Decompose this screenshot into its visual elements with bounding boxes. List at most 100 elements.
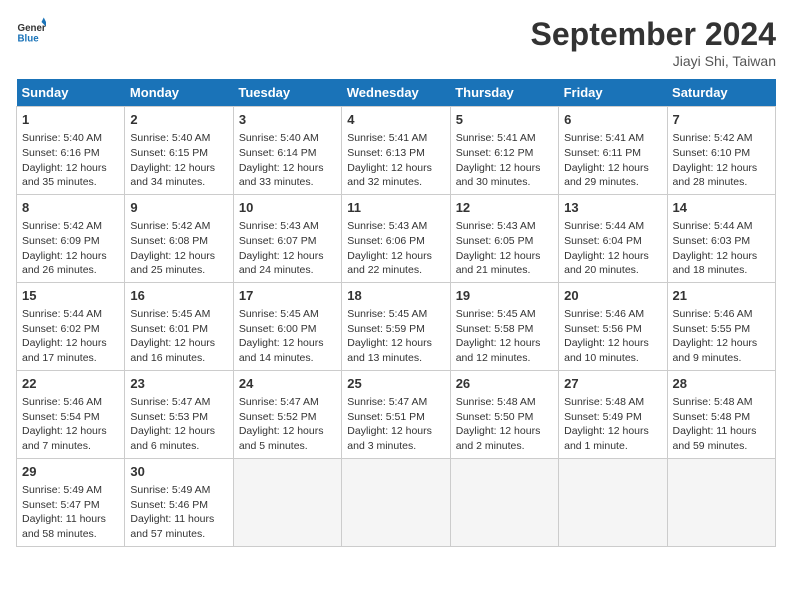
calendar-cell: 1 Sunrise: 5:40 AMSunset: 6:16 PMDaylight… [17,107,125,195]
day-info: Sunrise: 5:48 AMSunset: 5:48 PMDaylight:… [673,395,770,454]
calendar-week-4: 22 Sunrise: 5:46 AMSunset: 5:54 PMDayligh… [17,370,776,458]
calendar-cell: 10 Sunrise: 5:43 AMSunset: 6:07 PMDayligh… [233,194,341,282]
calendar-cell: 13 Sunrise: 5:44 AMSunset: 6:04 PMDayligh… [559,194,667,282]
day-number: 29 [22,463,119,481]
dow-header-thursday: Thursday [450,79,558,107]
calendar-week-1: 1 Sunrise: 5:40 AMSunset: 6:16 PMDaylight… [17,107,776,195]
calendar-cell: 8Sunrise: 5:42 AMSunset: 6:09 PMDaylight… [17,194,125,282]
day-info: Sunrise: 5:41 AMSunset: 6:12 PMDaylight:… [456,131,553,190]
day-number: 12 [456,199,553,217]
day-info: Sunrise: 5:48 AMSunset: 5:49 PMDaylight:… [564,395,661,454]
calendar-cell: 9 Sunrise: 5:42 AMSunset: 6:08 PMDaylight… [125,194,233,282]
dow-header-saturday: Saturday [667,79,775,107]
calendar-cell: 6 Sunrise: 5:41 AMSunset: 6:11 PMDaylight… [559,107,667,195]
day-info: Sunrise: 5:45 AMSunset: 6:01 PMDaylight:… [130,307,227,366]
calendar-cell: 25 Sunrise: 5:47 AMSunset: 5:51 PMDayligh… [342,370,450,458]
day-info: Sunrise: 5:43 AMSunset: 6:06 PMDaylight:… [347,219,444,278]
calendar-cell: 28Sunrise: 5:48 AMSunset: 5:48 PMDayligh… [667,370,775,458]
day-info: Sunrise: 5:49 AMSunset: 5:47 PMDaylight:… [22,483,119,542]
calendar-cell: 12 Sunrise: 5:43 AMSunset: 6:05 PMDayligh… [450,194,558,282]
calendar-cell: 5 Sunrise: 5:41 AMSunset: 6:12 PMDaylight… [450,107,558,195]
day-number: 10 [239,199,336,217]
calendar-cell: 4 Sunrise: 5:41 AMSunset: 6:13 PMDaylight… [342,107,450,195]
day-info: Sunrise: 5:43 AMSunset: 6:07 PMDaylight:… [239,219,336,278]
calendar-cell: 23 Sunrise: 5:47 AMSunset: 5:53 PMDayligh… [125,370,233,458]
day-info: Sunrise: 5:46 AMSunset: 5:55 PMDaylight:… [673,307,770,366]
calendar-cell: 27 Sunrise: 5:48 AMSunset: 5:49 PMDayligh… [559,370,667,458]
calendar-cell: 24 Sunrise: 5:47 AMSunset: 5:52 PMDayligh… [233,370,341,458]
svg-text:General: General [18,23,47,34]
calendar-cell: 22 Sunrise: 5:46 AMSunset: 5:54 PMDayligh… [17,370,125,458]
calendar-week-3: 15Sunrise: 5:44 AMSunset: 6:02 PMDayligh… [17,282,776,370]
calendar-cell: 15Sunrise: 5:44 AMSunset: 6:02 PMDayligh… [17,282,125,370]
day-info: Sunrise: 5:46 AMSunset: 5:56 PMDaylight:… [564,307,661,366]
day-number: 23 [130,375,227,393]
day-number: 24 [239,375,336,393]
calendar-cell: 16 Sunrise: 5:45 AMSunset: 6:01 PMDayligh… [125,282,233,370]
dow-header-monday: Monday [125,79,233,107]
day-info: Sunrise: 5:45 AMSunset: 5:59 PMDaylight:… [347,307,444,366]
calendar-cell [450,458,558,546]
title-block: September 2024 Jiayi Shi, Taiwan [531,16,776,69]
day-info: Sunrise: 5:43 AMSunset: 6:05 PMDaylight:… [456,219,553,278]
day-number: 25 [347,375,444,393]
day-number: 4 [347,111,444,129]
day-number: 19 [456,287,553,305]
day-info: Sunrise: 5:42 AMSunset: 6:10 PMDaylight:… [673,131,770,190]
day-info: Sunrise: 5:48 AMSunset: 5:50 PMDaylight:… [456,395,553,454]
day-info: Sunrise: 5:47 AMSunset: 5:51 PMDaylight:… [347,395,444,454]
day-info: Sunrise: 5:47 AMSunset: 5:53 PMDaylight:… [130,395,227,454]
day-number: 1 [22,111,119,129]
day-info: Sunrise: 5:47 AMSunset: 5:52 PMDaylight:… [239,395,336,454]
calendar-cell: 2 Sunrise: 5:40 AMSunset: 6:15 PMDaylight… [125,107,233,195]
calendar-cell: 19 Sunrise: 5:45 AMSunset: 5:58 PMDayligh… [450,282,558,370]
day-info: Sunrise: 5:40 AMSunset: 6:15 PMDaylight:… [130,131,227,190]
day-number: 21 [673,287,770,305]
day-number: 17 [239,287,336,305]
day-number: 8 [22,199,119,217]
day-info: Sunrise: 5:46 AMSunset: 5:54 PMDaylight:… [22,395,119,454]
calendar-cell [233,458,341,546]
calendar-cell: 18Sunrise: 5:45 AMSunset: 5:59 PMDayligh… [342,282,450,370]
calendar-cell: 14 Sunrise: 5:44 AMSunset: 6:03 PMDayligh… [667,194,775,282]
day-info: Sunrise: 5:41 AMSunset: 6:11 PMDaylight:… [564,131,661,190]
calendar-cell: 21 Sunrise: 5:46 AMSunset: 5:55 PMDayligh… [667,282,775,370]
logo: General Blue [16,16,46,46]
day-info: Sunrise: 5:41 AMSunset: 6:13 PMDaylight:… [347,131,444,190]
day-number: 5 [456,111,553,129]
day-number: 6 [564,111,661,129]
day-number: 3 [239,111,336,129]
calendar-cell [342,458,450,546]
day-number: 26 [456,375,553,393]
day-number: 14 [673,199,770,217]
day-number: 11 [347,199,444,217]
day-number: 16 [130,287,227,305]
day-info: Sunrise: 5:40 AMSunset: 6:16 PMDaylight:… [22,131,119,190]
calendar-cell: 3 Sunrise: 5:40 AMSunset: 6:14 PMDaylight… [233,107,341,195]
location: Jiayi Shi, Taiwan [531,53,776,69]
day-number: 9 [130,199,227,217]
calendar-week-2: 8Sunrise: 5:42 AMSunset: 6:09 PMDaylight… [17,194,776,282]
day-number: 22 [22,375,119,393]
day-info: Sunrise: 5:40 AMSunset: 6:14 PMDaylight:… [239,131,336,190]
day-number: 20 [564,287,661,305]
day-info: Sunrise: 5:45 AMSunset: 5:58 PMDaylight:… [456,307,553,366]
dow-header-wednesday: Wednesday [342,79,450,107]
calendar-cell: 17 Sunrise: 5:45 AMSunset: 6:00 PMDayligh… [233,282,341,370]
calendar-cell: 30Sunrise: 5:49 AMSunset: 5:46 PMDayligh… [125,458,233,546]
day-number: 27 [564,375,661,393]
calendar-cell: 20 Sunrise: 5:46 AMSunset: 5:56 PMDayligh… [559,282,667,370]
day-number: 2 [130,111,227,129]
day-info: Sunrise: 5:44 AMSunset: 6:04 PMDaylight:… [564,219,661,278]
dow-header-sunday: Sunday [17,79,125,107]
day-info: Sunrise: 5:45 AMSunset: 6:00 PMDaylight:… [239,307,336,366]
calendar-table: SundayMondayTuesdayWednesdayThursdayFrid… [16,79,776,547]
day-number: 7 [673,111,770,129]
day-info: Sunrise: 5:42 AMSunset: 6:08 PMDaylight:… [130,219,227,278]
day-number: 13 [564,199,661,217]
svg-text:Blue: Blue [18,34,40,45]
calendar-cell: 26 Sunrise: 5:48 AMSunset: 5:50 PMDayligh… [450,370,558,458]
calendar-cell: 11 Sunrise: 5:43 AMSunset: 6:06 PMDayligh… [342,194,450,282]
day-info: Sunrise: 5:44 AMSunset: 6:03 PMDaylight:… [673,219,770,278]
dow-header-tuesday: Tuesday [233,79,341,107]
